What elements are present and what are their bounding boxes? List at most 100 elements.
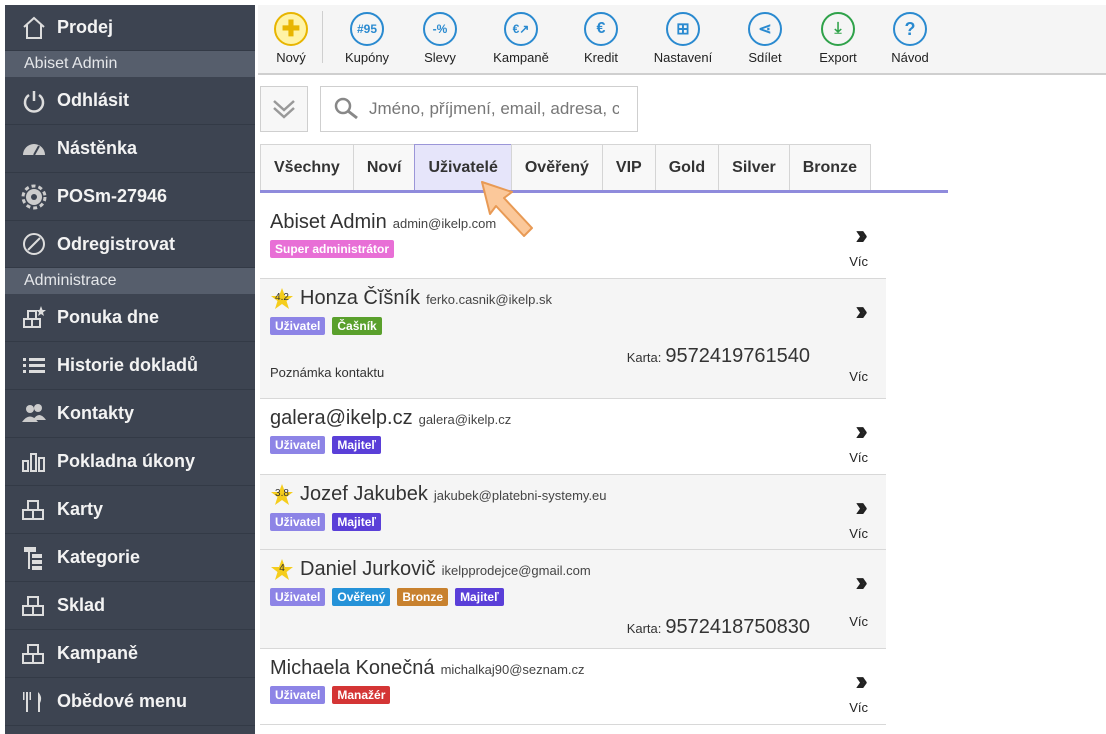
users-icon (19, 399, 49, 429)
tree-icon (19, 543, 49, 573)
export-button[interactable]: ⤓ Export (805, 5, 871, 75)
list-item[interactable]: 4.2 Honza Čĭšník ferko.casnik@ikelp.sk U… (260, 279, 886, 399)
card-number: Karta: 9572419761540 (626, 345, 810, 367)
double-chevron-right-icon: ›› (855, 295, 867, 326)
tab-silver[interactable]: Silver (718, 144, 790, 190)
more-button[interactable]: ›› Víc (849, 219, 868, 270)
contact-list: Abiset Admin admin@ikelp.com Super admin… (260, 203, 886, 725)
guide-button[interactable]: ? Návod (871, 5, 949, 75)
sidebar-item-label: Kontakty (57, 403, 135, 423)
sidebar-item-pokladna-ukony[interactable]: Pokladna úkony (5, 438, 255, 486)
double-chevron-right-icon: ›› (855, 219, 867, 250)
rating-value: 4 (279, 563, 285, 574)
power-icon (19, 86, 49, 116)
rating-star-icon: 4 (270, 558, 294, 582)
contact-email: ikelpprodejce@gmail.com (441, 563, 591, 578)
settings-button[interactable]: ⊞ Nastavení (641, 5, 725, 75)
sidebar-item-karty[interactable]: Karty (5, 486, 255, 534)
double-chevron-right-icon: ›› (855, 415, 867, 446)
role-badge: Ověřený (332, 588, 391, 606)
contact-name: Jozef Jakubek (300, 483, 428, 505)
role-badge: Super administrátor (270, 240, 395, 258)
discounts-button[interactable]: -% Slevy (399, 5, 481, 75)
contact-name: galera@ikelp.cz (270, 407, 413, 429)
more-button[interactable]: ›› Víc (849, 491, 868, 542)
sidebar-item-kampane[interactable]: Kampaně (5, 630, 255, 678)
role-badge: Čašník (332, 317, 382, 335)
rating-value: 3.8 (275, 488, 289, 499)
tab-vsechny[interactable]: Všechny (260, 144, 354, 190)
more-button[interactable]: ›› Víc (849, 295, 868, 385)
double-chevron-down-icon (273, 100, 295, 119)
role-badge: Majiteľ (332, 513, 381, 531)
settings-icon: ⊞ (666, 12, 700, 46)
list-item[interactable]: Abiset Admin admin@ikelp.com Super admin… (260, 203, 886, 279)
sidebar-item-label: POSm-27946 (57, 186, 168, 206)
double-chevron-right-icon: ›› (855, 491, 867, 522)
credit-button[interactable]: € Kredit (561, 5, 641, 75)
tab-gold[interactable]: Gold (654, 144, 720, 190)
contact-note: Poznámka kontaktu (270, 365, 385, 380)
sidebar-section-header: Administrace (5, 268, 255, 294)
new-button[interactable]: ✚ Nový (272, 5, 310, 75)
sidebar-item-label: Pokladna úkony (57, 451, 196, 471)
toolbar: ✚ Nový #95 Kupóny -% Slevy €↗ Kampaně € … (258, 5, 1106, 75)
more-button[interactable]: ›› Víc (849, 415, 868, 466)
boxes-icon (19, 639, 49, 669)
sidebar-item-obedove-menu[interactable]: Obědové menu (5, 678, 255, 726)
contact-email: ferko.casnik@ikelp.sk (426, 292, 552, 307)
sidebar-item-posm[interactable]: POSm-27946 (5, 173, 255, 221)
sidebar-section-header: Abiset Admin (5, 51, 255, 77)
role-badge: Majiteľ (455, 588, 504, 606)
tab-vip[interactable]: VIP (601, 144, 656, 190)
sidebar-item-label: Kampaně (57, 643, 139, 663)
contact-email: jakubek@platebni-systemy.eu (433, 488, 607, 503)
sidebar-item-label: Ponuka dne (57, 307, 160, 327)
share-icon: ⋖ (748, 12, 782, 46)
euro-icon: € (584, 12, 618, 46)
sidebar-item-label: Obědové menu (57, 691, 188, 711)
list-item[interactable]: 3.8 Jozef Jakubek jakubek@platebni-syste… (260, 475, 886, 550)
sidebar-item-kontakty[interactable]: Kontakty (5, 390, 255, 438)
sidebar-item-prodej[interactable]: Prodej (5, 5, 255, 51)
share-button[interactable]: ⋖ Sdílet (725, 5, 805, 75)
coupons-button[interactable]: #95 Kupóny (335, 5, 399, 75)
sidebar-item-label: Odregistrovat (57, 233, 176, 254)
contact-email: michalkaj90@seznam.cz (440, 662, 585, 677)
search-input[interactable] (369, 99, 619, 119)
sidebar-item-odregistrovat[interactable]: Odregistrovat (5, 221, 255, 268)
contact-name: Daniel Jurkovič (300, 558, 436, 580)
campaigns-button-label: Kampaně (493, 50, 549, 65)
sidebar-item-sklad[interactable]: Sklad (5, 582, 255, 630)
gear-icon (19, 182, 49, 212)
tab-bronze[interactable]: Bronze (788, 144, 871, 190)
more-button[interactable]: ›› Víc (849, 568, 868, 630)
filter-toggle-button[interactable] (260, 86, 308, 132)
sidebar-item-nastenka[interactable]: Nástěnka (5, 125, 255, 173)
role-badge: Uživatel (270, 317, 326, 335)
sidebar-item-historie-dokladu[interactable]: Historie dokladů (5, 342, 255, 390)
role-badge: Uživatel (270, 513, 326, 531)
role-badge: Uživatel (270, 686, 326, 704)
list-item[interactable]: Michaela Konečná michalkaj90@seznam.cz U… (260, 649, 886, 725)
sidebar-item-label: Odhlásit (57, 90, 130, 110)
coupons-button-label: Kupóny (344, 50, 390, 65)
sidebar-item-label: Prodej (57, 17, 114, 37)
list-item[interactable]: galera@ikelp.cz galera@ikelp.cz Uživatel… (260, 399, 886, 475)
sidebar-item-ponuka-dne[interactable]: Ponuka dne (5, 294, 255, 342)
more-button[interactable]: ›› Víc (849, 667, 868, 716)
share-button-label: Sdílet (748, 50, 782, 65)
card-number: Karta: 9572418750830 (626, 616, 810, 638)
search-box[interactable] (320, 86, 638, 132)
sidebar-item-kategorie[interactable]: Kategorie (5, 534, 255, 582)
role-badge: Bronze (397, 588, 449, 606)
credit-button-label: Kredit (584, 50, 618, 65)
sidebar-item-odhlasit[interactable]: Odhlásit (5, 77, 255, 125)
list-item[interactable]: 4 Daniel Jurkovič ikelpprodejce@gmail.co… (260, 550, 886, 649)
new-button-label: Nový (276, 50, 306, 65)
sidebar-item-label: Sklad (57, 595, 106, 615)
campaigns-button[interactable]: €↗ Kampaně (481, 5, 561, 75)
rating-value: 4.2 (275, 292, 289, 303)
tab-novi[interactable]: Noví (352, 144, 416, 190)
rating-star-icon: 3.8 (270, 483, 294, 507)
